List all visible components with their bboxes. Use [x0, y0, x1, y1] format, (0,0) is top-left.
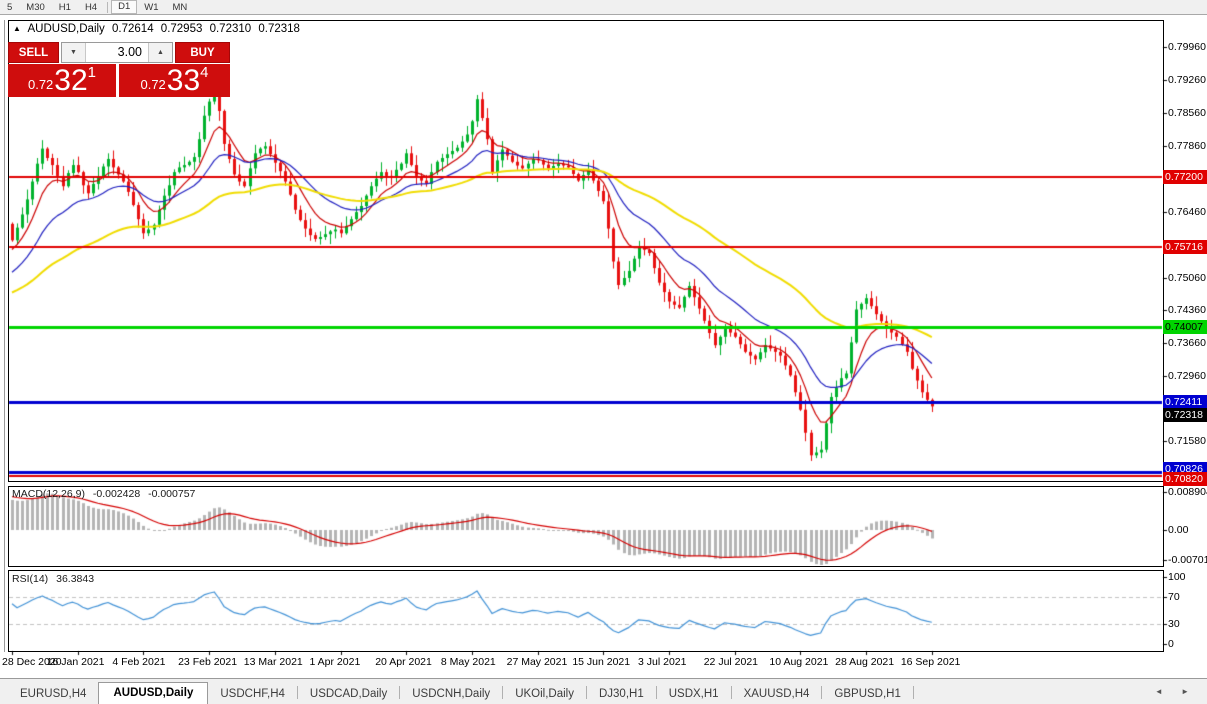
symbol-tab[interactable]: USDX,H1	[657, 684, 731, 704]
chart-canvas[interactable]	[0, 0, 1207, 704]
sell-button[interactable]: SELL	[8, 42, 59, 63]
buy-price-prefix: 0.72	[140, 77, 166, 92]
price-axis-label: 0.75060	[1168, 271, 1206, 284]
symbol-tab[interactable]: UKOil,Daily	[503, 684, 586, 704]
tab-divider	[912, 686, 914, 699]
buy-price-tile[interactable]: 0.72 33 4	[119, 64, 230, 97]
tab-scroll-left-icon[interactable]: ◄	[1155, 687, 1171, 696]
price-axis-label: 0.79260	[1168, 73, 1206, 86]
macd-axis-label: 0.008904	[1168, 485, 1207, 498]
date-axis-label: 8 May 2021	[440, 656, 496, 668]
macd-axis-label: -0.00701	[1168, 553, 1207, 566]
sell-price-pip: 1	[87, 64, 97, 81]
chart-title: ▲ AUDUSD,Daily 0.72614 0.72953 0.72310 0…	[13, 23, 304, 35]
price-axis-label: 0.76460	[1168, 205, 1206, 218]
macd-value-1: -0.002428	[92, 488, 141, 500]
ohlc-open: 0.72614	[112, 23, 154, 35]
buy-price-pip: 4	[200, 64, 209, 81]
date-axis-label: 16 Jan 2021	[46, 656, 105, 668]
window-left-edge	[4, 20, 5, 652]
date-axis-label: 28 Aug 2021	[835, 656, 895, 668]
buy-button[interactable]: BUY	[175, 42, 230, 63]
volume-input[interactable]: 3.00	[86, 43, 148, 62]
buy-price-big: 33	[166, 64, 201, 97]
symbol-tab[interactable]: USDCAD,Daily	[298, 684, 399, 704]
rsi-name: RSI(14)	[12, 573, 49, 585]
one-click-trade-widget: SELL ▼ 3.00 ▲ BUY 0.72 32 1 0.72 33 4	[8, 42, 230, 97]
volume-increase-button[interactable]: ▲	[148, 43, 172, 62]
date-axis-label: 10 Aug 2021	[769, 656, 829, 668]
ohlc-high: 0.72953	[160, 23, 203, 35]
price-axis-label: 0.78560	[1168, 106, 1206, 119]
price-level-chip: 0.72411	[1163, 395, 1207, 410]
macd-axis-label: 0.00	[1168, 524, 1189, 536]
date-axis-label: 16 Sep 2021	[900, 656, 961, 668]
price-axis-label: 0.71580	[1168, 435, 1206, 448]
price-level-chip: 0.74007	[1163, 320, 1207, 335]
macd-name: MACD(12,26,9)	[12, 488, 85, 500]
symbol-tab[interactable]: AUDUSD,Daily	[98, 682, 209, 704]
sell-price-prefix: 0.72	[27, 77, 54, 92]
price-axis-label: 0.73660	[1168, 337, 1206, 350]
sell-price-big: 32	[54, 64, 88, 97]
ohlc-close: 0.72318	[258, 23, 300, 35]
date-axis-label: 1 Apr 2021	[309, 656, 361, 668]
rsi-axis-label: 100	[1168, 571, 1186, 583]
volume-decrease-button[interactable]: ▼	[62, 43, 86, 62]
symbol-tab[interactable]: XAUUSD,H4	[732, 684, 822, 704]
volume-spinner: ▼ 3.00 ▲	[61, 42, 173, 63]
rsi-axis-label: 30	[1168, 617, 1180, 630]
sell-price-tile[interactable]: 0.72 32 1	[8, 64, 116, 97]
symbol-tab-bar: EURUSD,H4 AUDUSD,Daily USDCHF,H4 USDCAD,Dai…	[0, 678, 1207, 704]
date-axis-label: 15 Jun 2021	[572, 656, 631, 668]
date-axis-label: 22 Jul 2021	[703, 656, 759, 668]
price-axis-label: 0.79960	[1168, 41, 1206, 53]
chart-symbol-label: AUDUSD,Daily	[27, 23, 105, 35]
rsi-axis-label: 70	[1168, 591, 1180, 604]
current-price-chip: 0.72318	[1163, 408, 1207, 423]
date-axis-label: 13 Mar 2021	[243, 656, 303, 668]
symbol-tab[interactable]: USDCHF,H4	[208, 684, 297, 704]
ohlc-low: 0.72310	[209, 23, 252, 35]
symbol-tab[interactable]: USDCNH,Daily	[400, 684, 502, 704]
date-axis-label: 3 Jul 2021	[638, 656, 687, 668]
price-axis-label: 0.74360	[1168, 304, 1206, 317]
macd-label: MACD(12,26,9) -0.002428 -0.000757	[12, 488, 200, 500]
tab-scroll-right-icon[interactable]: ►	[1181, 687, 1197, 696]
date-axis-label: 27 May 2021	[506, 656, 568, 668]
rsi-axis-label: 0	[1168, 638, 1174, 650]
price-level-chip: 0.77200	[1163, 169, 1207, 184]
symbol-tab[interactable]: DJ30,H1	[587, 684, 656, 704]
rsi-value: 36.3843	[56, 573, 95, 585]
date-axis-label: 20 Apr 2021	[375, 656, 432, 668]
date-axis-label: 23 Feb 2021	[178, 656, 238, 668]
symbol-tab[interactable]: EURUSD,H4	[8, 684, 98, 704]
rsi-label: RSI(14) 36.3843	[12, 573, 99, 585]
macd-value-2: -0.000757	[148, 488, 196, 500]
price-axis-label: 0.77860	[1168, 139, 1206, 152]
collapse-icon[interactable]: ▲	[13, 24, 21, 33]
price-level-chip: 0.75716	[1163, 239, 1207, 254]
price-level-chip: 0.70820	[1163, 471, 1207, 486]
price-axis-label: 0.72960	[1168, 370, 1206, 383]
trading-terminal-window: 5 M30 H1 H4 D1 W1 MN ▲ AUDUSD,Daily 0.72…	[0, 0, 1207, 704]
symbol-tab[interactable]: GBPUSD,H1	[822, 684, 912, 704]
date-axis-label: 4 Feb 2021	[112, 656, 166, 668]
